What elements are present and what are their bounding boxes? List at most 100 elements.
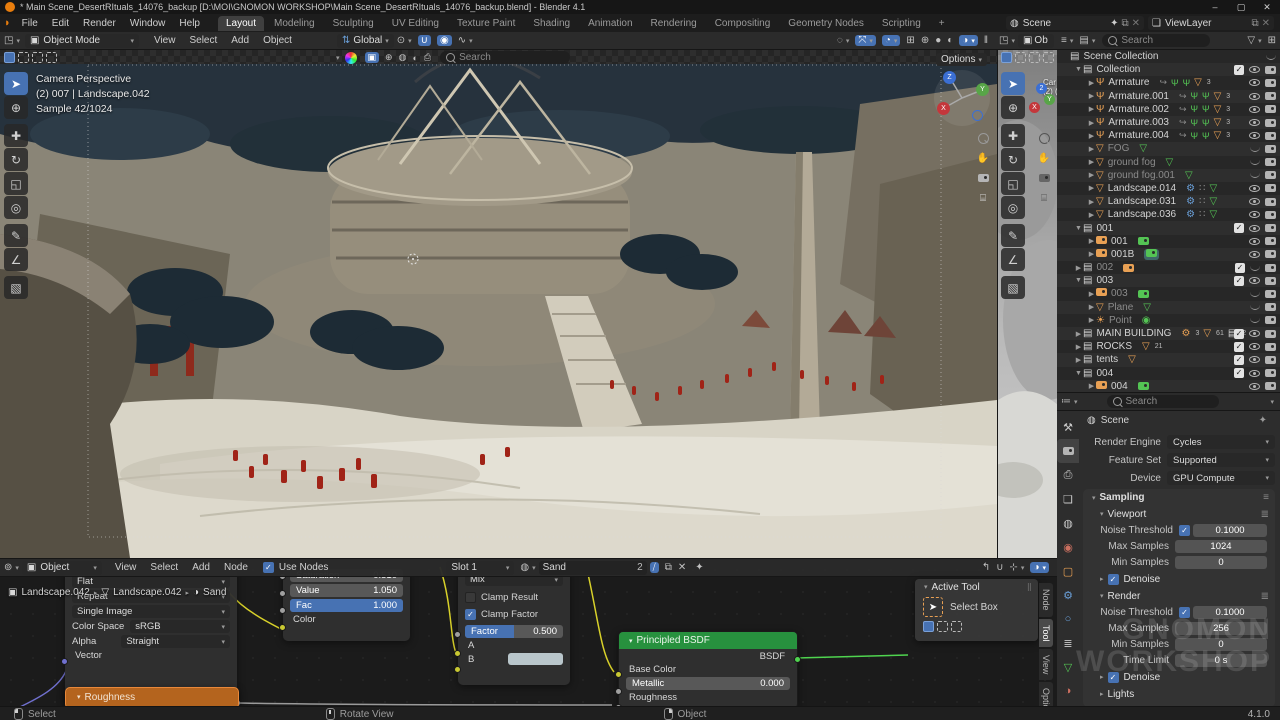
sidebar-tab-node[interactable]: Node <box>1039 583 1053 617</box>
remove-viewlayer-icon[interactable]: ✕ <box>1262 18 1270 29</box>
viewport-menu-view[interactable]: View <box>147 35 183 46</box>
outliner-row-landscape-014[interactable]: ▶ ▽ Landscape.014 ⚙ ∷ ▽ <box>1057 182 1280 195</box>
expand-arrow[interactable]: ▼ <box>1074 66 1083 73</box>
editor-type-icon[interactable]: ≔ ▾ <box>1061 396 1078 407</box>
cursor-tool-button[interactable]: ⊕ <box>1001 96 1025 119</box>
setting-value[interactable]: 256 <box>1175 621 1267 635</box>
outliner-row-004[interactable]: ▶ 004 <box>1057 380 1280 392</box>
material-user-count[interactable]: 2 <box>637 562 643 573</box>
setting-checkbox[interactable]: ✓ <box>1179 524 1190 536</box>
disable-render-icon[interactable] <box>1265 316 1276 325</box>
disable-render-icon[interactable] <box>1265 303 1276 312</box>
add-workspace-button[interactable]: + <box>931 16 953 31</box>
move-tool-button[interactable]: ✚ <box>4 124 28 147</box>
hide-eye-closed-icon[interactable] <box>1250 172 1260 179</box>
clamp-factor-checkbox[interactable]: ✓ <box>465 609 476 620</box>
add-cube-tool-button[interactable]: ▧ <box>4 276 28 299</box>
exclude-checkbox[interactable]: ✓ <box>1234 275 1244 286</box>
setting-value[interactable]: 0.1000 <box>1193 523 1267 537</box>
maximize-button[interactable]: ▢ <box>1228 0 1254 14</box>
disable-render-icon[interactable] <box>1265 131 1276 140</box>
expand-arrow[interactable]: ▶ <box>1087 105 1096 113</box>
add-cube-tool-button[interactable]: ▧ <box>1001 276 1025 299</box>
fac-slider[interactable]: Fac 1.000 <box>290 599 403 612</box>
blender-menu-icon[interactable]: ◗ <box>4 17 11 29</box>
pin-icon[interactable]: ✦ <box>1110 18 1118 29</box>
outliner-row-armature-004[interactable]: ▶ Ψ Armature.004 ↪ Ψ Ψ ▽ 3 <box>1057 129 1280 142</box>
outliner-row-plane[interactable]: ▶ ▽ Plane ▽ <box>1057 301 1280 314</box>
close-button[interactable]: ✕ <box>1254 0 1280 14</box>
hide-eye-icon[interactable] <box>1249 92 1260 100</box>
expand-arrow[interactable]: ▶ <box>1074 343 1083 351</box>
expand-arrow[interactable]: ▶ <box>1074 264 1083 272</box>
clamp-result-checkbox[interactable] <box>465 592 476 603</box>
disable-render-icon[interactable] <box>1265 224 1276 233</box>
shading-wireframe-icon[interactable]: ⊕ <box>921 35 929 46</box>
workspace-tab-rendering[interactable]: Rendering <box>643 16 705 31</box>
hide-eye-closed-icon[interactable] <box>1250 304 1260 311</box>
mode-dropdown[interactable]: ▣ Ob <box>1017 33 1054 48</box>
pan-hand-icon[interactable]: ✋ <box>1034 148 1054 168</box>
shader-editor[interactable]: Flat ▾ Repeat ▾ Single Image ▾ Color Space … <box>0 558 1057 707</box>
denoise-checkbox[interactable]: ✓ <box>1107 573 1119 585</box>
disable-render-icon[interactable] <box>1265 197 1276 206</box>
outliner-row-004[interactable]: ▼ ▤ 004 ✓ <box>1057 367 1280 380</box>
select-tool-button[interactable]: ➤ <box>1001 72 1025 95</box>
mode-dropdown[interactable]: ▣ Object Mode ▾ <box>24 33 139 48</box>
minimize-button[interactable]: – <box>1202 0 1228 14</box>
navigation-gizmo[interactable]: Z Y X <box>930 66 994 130</box>
workspace-tab-compositing[interactable]: Compositing <box>707 16 779 31</box>
collapse-icon[interactable]: ▾ <box>336 54 340 62</box>
viewport-menu-object[interactable]: Object <box>256 35 299 46</box>
hide-eye-icon[interactable] <box>1249 105 1260 113</box>
exclude-checkbox[interactable]: ✓ <box>1234 341 1244 352</box>
outliner-row-collection[interactable]: ▼ ▤ Collection ✓ <box>1057 63 1280 76</box>
exclude-checkbox[interactable]: ✓ <box>1235 262 1245 273</box>
select-mode-extend-icon[interactable] <box>937 621 948 632</box>
annotate-tool-button[interactable]: ✎ <box>4 224 28 247</box>
hide-eye-icon[interactable] <box>1249 330 1260 338</box>
outliner-row-scene-collection[interactable]: ▤ Scene Collection <box>1057 50 1280 63</box>
hide-eye-icon[interactable] <box>1249 198 1260 206</box>
scene-selector[interactable]: ◍ Scene ✦ ⧉ ✕ <box>1006 16 1144 30</box>
select-mode-0[interactable] <box>4 52 15 63</box>
hide-eye-icon[interactable] <box>1249 79 1260 87</box>
disable-render-icon[interactable] <box>1265 144 1276 153</box>
overlay-toggle-c-icon[interactable]: ◍ <box>399 52 407 63</box>
expand-arrow[interactable]: ▶ <box>1087 237 1096 245</box>
principled-bsdf-node[interactable]: ▾ Principled BSDF BSDF Base Color Metall… <box>615 631 801 707</box>
exclude-checkbox[interactable]: ✓ <box>1234 64 1244 75</box>
properties-tab-object-data[interactable]: ▽ <box>1057 655 1079 679</box>
outliner-row-ground-fog-001[interactable]: ▶ ▽ ground fog.001 ▽ <box>1057 169 1280 182</box>
gizmo-x-axis[interactable]: X <box>937 102 950 115</box>
gizmo-ball-icon[interactable] <box>344 51 357 64</box>
new-scene-icon[interactable]: ⧉ <box>1121 18 1128 29</box>
expand-arrow[interactable]: ▶ <box>1087 158 1096 166</box>
outliner-row-fog[interactable]: ▶ ▽ FOG ▽ <box>1057 142 1280 155</box>
b-color-swatch[interactable] <box>508 653 563 665</box>
outliner-row-001[interactable]: ▶ 001 <box>1057 235 1280 248</box>
properties-options-icon[interactable]: ▾ <box>1270 398 1274 406</box>
menu-edit[interactable]: Edit <box>45 18 76 29</box>
shader-type-dropdown[interactable]: ▣ Object ▾ <box>21 560 102 575</box>
expand-arrow[interactable]: ▶ <box>1087 92 1096 100</box>
snap-target-icon[interactable]: ⊹ ▾ <box>1010 562 1025 573</box>
hide-eye-icon[interactable] <box>1249 356 1260 364</box>
editor-type-icon[interactable]: ⊚ ▾ <box>4 562 19 573</box>
expand-arrow[interactable]: ▼ <box>1074 225 1083 232</box>
outliner-row-rocks[interactable]: ▶ ▤ ROCKS ▽ 21 ✓ <box>1057 340 1280 353</box>
move-tool-button[interactable]: ✚ <box>1001 124 1025 147</box>
setting-value[interactable]: 0.1000 <box>1193 605 1267 619</box>
unlink-material-icon[interactable]: ✕ <box>678 562 686 573</box>
workspace-tab-layout[interactable]: Layout <box>217 15 265 31</box>
disable-render-icon[interactable] <box>1265 118 1276 127</box>
color-space-dropdown[interactable]: sRGB ▾ <box>130 620 230 633</box>
expand-arrow[interactable]: ▶ <box>1087 198 1096 206</box>
use-nodes-checkbox[interactable]: ✓ <box>262 562 274 573</box>
bsdf-node-header[interactable]: ▾ Principled BSDF <box>619 632 797 649</box>
expand-arrow[interactable]: ▶ <box>1087 290 1096 298</box>
expand-arrow[interactable]: ▶ <box>1087 382 1096 390</box>
exclude-checkbox[interactable]: ✓ <box>1234 368 1244 379</box>
image-texture-node[interactable]: Flat ▾ Repeat ▾ Single Image ▾ Color Space … <box>61 559 237 707</box>
outliner-row-main-building[interactable]: ▶ ▤ MAIN BUILDING ⚙ 3 ▽ 61 ▤ 2 ✓ <box>1057 327 1280 340</box>
